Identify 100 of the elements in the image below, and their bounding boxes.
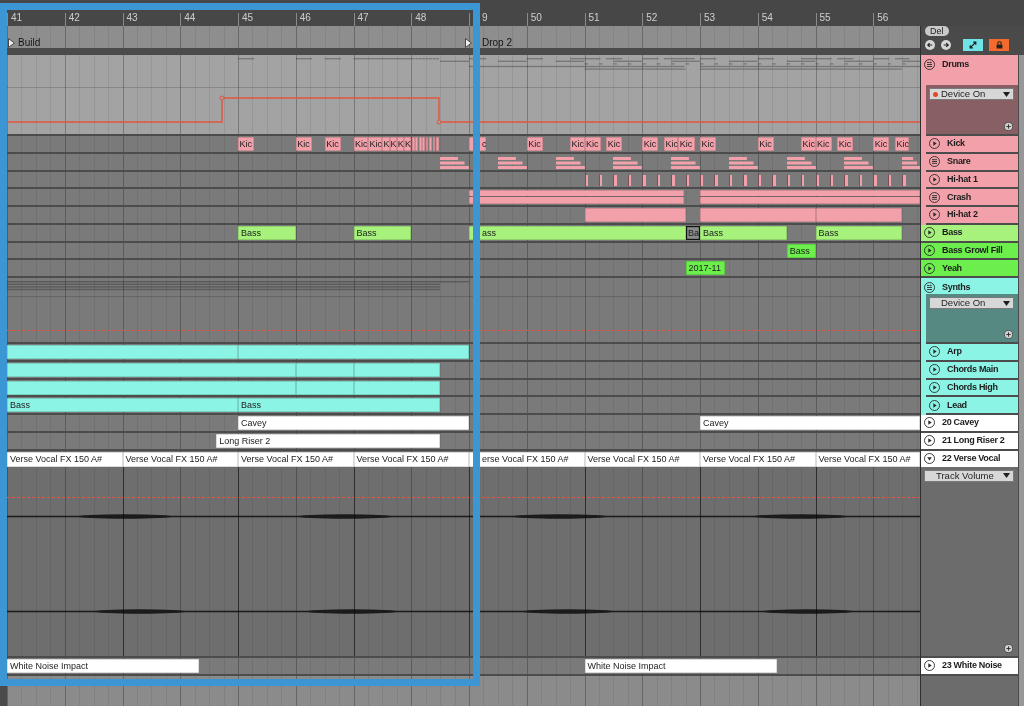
clip[interactable]: Bass	[815, 225, 903, 240]
clip[interactable]: Kic	[663, 137, 679, 151]
lines-icon[interactable]	[929, 156, 940, 168]
arrow-left-icon[interactable]	[925, 40, 935, 50]
clip[interactable]	[642, 174, 646, 186]
clip[interactable]	[844, 156, 874, 169]
locator-bar[interactable]: Build Drop 2	[7, 26, 920, 48]
clip[interactable]: K	[382, 137, 390, 151]
expand-button[interactable]	[963, 39, 983, 51]
clip[interactable]: Kic	[606, 137, 623, 151]
clip[interactable]: Kic	[642, 137, 659, 151]
clip[interactable]	[613, 174, 617, 186]
clip[interactable]	[743, 174, 747, 186]
clip[interactable]: Kic	[570, 137, 585, 151]
track-header[interactable]: Yeah	[921, 260, 1018, 278]
locator[interactable]: Build	[8, 37, 41, 48]
add-icon[interactable]	[1004, 330, 1013, 339]
automation-chooser[interactable]: Device On	[929, 88, 1014, 100]
clip[interactable]	[469, 190, 685, 205]
clip[interactable]	[7, 362, 296, 377]
track-header[interactable]: Kick	[926, 136, 1018, 154]
clip[interactable]	[801, 174, 805, 186]
clip[interactable]	[238, 345, 469, 359]
clip[interactable]	[685, 174, 689, 186]
clip[interactable]	[295, 362, 354, 377]
clip[interactable]: Verse Vocal FX 150 A#	[815, 451, 920, 467]
triangle-down-icon[interactable]	[924, 453, 935, 464]
clip[interactable]	[714, 174, 718, 186]
clip[interactable]	[584, 208, 686, 222]
clip[interactable]	[353, 362, 441, 377]
clip[interactable]	[873, 174, 877, 186]
clip[interactable]	[353, 380, 441, 395]
clip[interactable]	[7, 380, 296, 395]
clip[interactable]	[432, 137, 436, 151]
clip[interactable]	[815, 208, 903, 222]
clip[interactable]	[829, 174, 834, 186]
track-header[interactable]: Crash	[926, 189, 1018, 207]
clip[interactable]	[422, 137, 425, 151]
clip[interactable]: White Noise Impact	[7, 659, 200, 673]
clip[interactable]	[902, 174, 906, 186]
clip[interactable]: Cavey	[238, 416, 469, 430]
clip[interactable]	[418, 137, 422, 151]
triangle-right-icon[interactable]	[929, 173, 940, 185]
clip[interactable]	[7, 345, 238, 359]
clip[interactable]: Bass	[353, 225, 412, 240]
clip[interactable]: Bass	[700, 225, 787, 240]
clip[interactable]	[772, 174, 776, 186]
clip[interactable]: Kic	[367, 137, 383, 151]
arrow-right-icon[interactable]	[941, 40, 951, 50]
clip[interactable]: Verse Vocal FX 150 A#	[238, 451, 354, 467]
list-icon[interactable]	[924, 281, 935, 293]
clip[interactable]	[844, 174, 848, 186]
clip[interactable]	[656, 174, 661, 186]
clip[interactable]: K	[396, 137, 405, 151]
clip[interactable]	[411, 137, 415, 151]
track-header[interactable]: Arp	[926, 344, 1018, 362]
clip[interactable]	[728, 156, 758, 169]
clip[interactable]: Kic	[678, 137, 695, 151]
delete-button[interactable]: Del	[925, 26, 949, 36]
clip[interactable]	[858, 174, 863, 186]
clip[interactable]: Verse Vocal FX 150 A#	[122, 451, 238, 467]
clip[interactable]: ass	[469, 225, 686, 240]
clip[interactable]: Kic	[837, 137, 854, 151]
clip[interactable]	[497, 156, 527, 169]
triangle-right-icon[interactable]	[924, 660, 935, 672]
clip[interactable]	[700, 190, 920, 205]
track-header[interactable]: Hi-hat 2	[926, 207, 1018, 225]
add-icon[interactable]	[1004, 644, 1013, 653]
clip[interactable]	[728, 174, 733, 186]
clip[interactable]: Kic	[295, 137, 312, 151]
triangle-right-icon[interactable]	[924, 435, 935, 447]
clip[interactable]: Kic	[894, 137, 910, 151]
clip[interactable]: Verse Vocal FX 150 A#	[700, 451, 816, 467]
clip[interactable]: Verse Vocal FX 150 A#	[353, 451, 469, 467]
clip[interactable]: Kic	[353, 137, 368, 151]
clip[interactable]: Bass	[238, 398, 441, 413]
clip[interactable]: Bass	[786, 243, 816, 258]
clip[interactable]: K	[404, 137, 412, 151]
clip[interactable]	[627, 174, 632, 186]
clip[interactable]	[555, 156, 585, 169]
clip[interactable]	[440, 156, 469, 169]
lines-icon[interactable]	[929, 191, 940, 203]
clip[interactable]	[815, 174, 819, 186]
clip[interactable]: White Noise Impact	[584, 659, 777, 673]
clip[interactable]: erse Vocal FX 150 A#	[469, 451, 585, 467]
clip[interactable]: Long Riser 2	[216, 433, 441, 448]
track-header[interactable]: Lead	[926, 397, 1018, 415]
clip[interactable]: Kic	[526, 137, 543, 151]
clip[interactable]: Kic	[700, 137, 717, 151]
add-icon[interactable]	[1004, 122, 1013, 131]
clip[interactable]: 2017-11	[685, 261, 725, 276]
clip[interactable]: Verse Vocal FX 150 A#	[7, 451, 123, 467]
clip[interactable]: Kic	[801, 137, 816, 151]
clip[interactable]	[613, 156, 643, 169]
triangle-right-icon[interactable]	[929, 138, 940, 150]
clip[interactable]	[436, 137, 439, 151]
clip[interactable]: K	[389, 137, 397, 151]
clip[interactable]	[584, 174, 588, 186]
track-header[interactable]: 23 White Noise	[921, 658, 1018, 676]
clip[interactable]	[786, 174, 790, 186]
